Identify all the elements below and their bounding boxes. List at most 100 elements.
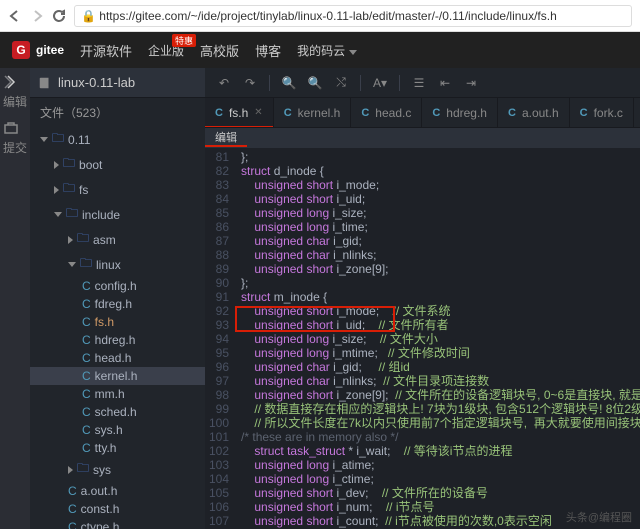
c-file-icon: C [82, 405, 91, 419]
c-file-icon: C [82, 351, 91, 365]
file-config-h[interactable]: C config.h [30, 277, 205, 295]
chevron-right-icon [54, 186, 59, 194]
search-icon[interactable]: 🔍 [278, 72, 300, 94]
outdent-icon[interactable]: ⇤ [434, 72, 456, 94]
folder-icon: 🗀 [63, 154, 75, 175]
chevron-down-icon [349, 50, 357, 55]
folder-icon: 🗀 [77, 459, 89, 480]
editor-toolbar: ↶ ↷ 🔍 🔍 ⤭ A▾ ☰ ⇤ ⇥ [205, 68, 640, 98]
folder-icon: 🗀 [63, 179, 75, 200]
c-file-icon: C [82, 333, 91, 347]
file-const-h[interactable]: C const.h [30, 500, 205, 518]
file-fs-h[interactable]: C fs.h [30, 313, 205, 331]
tab-kernel-h[interactable]: Ckernel.h [274, 98, 352, 127]
close-icon[interactable]: ✕ [254, 107, 262, 118]
rail-commit[interactable]: 提交 [3, 120, 27, 156]
gitee-logo[interactable]: Ggitee [12, 41, 64, 59]
chevron-right-icon [68, 236, 73, 244]
indent-icon[interactable]: ⇥ [460, 72, 482, 94]
file-ctype-h[interactable]: C ctype.h [30, 518, 205, 529]
file-fdreg-h[interactable]: C fdreg.h [30, 295, 205, 313]
c-file-icon: C [82, 387, 91, 401]
c-file-icon: C [284, 107, 292, 119]
c-file-icon: C [215, 107, 223, 119]
nav-opensource[interactable]: 开源软件 [80, 41, 132, 60]
project-header[interactable]: linux-0.11-lab [30, 68, 205, 98]
chevron-down-icon [54, 212, 62, 217]
chevron-right-icon [54, 161, 59, 169]
code-lines[interactable]: };struct d_inode { unsigned short i_mode… [237, 148, 640, 529]
folder-icon: 🗀 [80, 254, 92, 275]
nav-enterprise[interactable]: 企业版特惠 [148, 42, 184, 59]
font-icon[interactable]: A▾ [369, 72, 391, 94]
list-icon[interactable]: ☰ [408, 72, 430, 94]
file-head-h[interactable]: C head.h [30, 349, 205, 367]
watermark: 头条@编程圈 [566, 509, 632, 525]
undo-icon[interactable]: ↶ [213, 72, 235, 94]
editor-tabs: Cfs.h✕Ckernel.hChead.cChdreg.hCa.out.hCf… [205, 98, 640, 128]
c-file-icon: C [432, 107, 440, 119]
c-file-icon: C [82, 315, 91, 329]
url-bar[interactable]: 🔒 https://gitee.com/~/ide/project/tinyla… [74, 5, 632, 27]
top-nav: Ggitee 开源软件 企业版特惠 高校版 博客 我的码云 [0, 32, 640, 68]
folder-linux[interactable]: 🗀 linux [30, 252, 205, 277]
nav-mine[interactable]: 我的码云 [297, 42, 357, 59]
folder-icon: 🗀 [77, 229, 89, 250]
file-mm-h[interactable]: C mm.h [30, 385, 205, 403]
folder-sys[interactable]: 🗀 sys [30, 457, 205, 482]
chevron-down-icon [40, 137, 48, 142]
tab-head-c[interactable]: Chead.c [351, 98, 422, 127]
tab-fs-h[interactable]: Cfs.h✕ [205, 98, 274, 127]
chevron-down-icon [68, 262, 76, 267]
tab-hdreg-h[interactable]: Chdreg.h [422, 98, 498, 127]
nav-blog[interactable]: 博客 [255, 41, 281, 60]
c-file-icon: C [82, 297, 91, 311]
redo-icon[interactable]: ↷ [239, 72, 261, 94]
c-file-icon: C [361, 107, 369, 119]
back-icon[interactable] [8, 9, 22, 23]
folder-icon: 🗀 [52, 129, 64, 150]
c-file-icon: C [82, 441, 91, 455]
folder-boot[interactable]: 🗀 boot [30, 152, 205, 177]
book-icon [38, 76, 52, 90]
c-file-icon: C [68, 484, 77, 498]
replace-icon[interactable]: 🔍 [304, 72, 326, 94]
chevron-right-icon [68, 466, 73, 474]
c-file-icon: C [82, 423, 91, 437]
file-hdreg-h[interactable]: C hdreg.h [30, 331, 205, 349]
files-count: 文件（523） [30, 98, 205, 127]
file-sys-h[interactable]: C sys.h [30, 421, 205, 439]
nav-edu[interactable]: 高校版 [200, 41, 239, 60]
c-file-icon: C [82, 369, 91, 383]
folder-0-11[interactable]: 🗀 0.11 [30, 127, 205, 152]
tab-fork-c[interactable]: Cfork.c [570, 98, 634, 127]
file-a-out-h[interactable]: C a.out.h [30, 482, 205, 500]
file-kernel-h[interactable]: C kernel.h [30, 367, 205, 385]
c-file-icon: C [82, 279, 91, 293]
editor-area: ↶ ↷ 🔍 🔍 ⤭ A▾ ☰ ⇤ ⇥ Cfs.h✕Ckernel.hChead.… [205, 68, 640, 529]
editor-subheader: 编辑 [205, 128, 640, 148]
left-rail: 编辑 提交 [0, 68, 30, 529]
hot-badge: 特惠 [172, 34, 196, 47]
c-file-icon: C [68, 520, 77, 529]
file-sched-h[interactable]: C sched.h [30, 403, 205, 421]
forward-icon[interactable] [30, 9, 44, 23]
shuffle-icon[interactable]: ⤭ [330, 72, 352, 94]
browser-chrome: 🔒 https://gitee.com/~/ide/project/tinyla… [0, 0, 640, 32]
folder-fs[interactable]: 🗀 fs [30, 177, 205, 202]
rail-edit[interactable]: 编辑 [3, 74, 27, 110]
folder-icon: 🗀 [66, 204, 78, 225]
file-tty-h[interactable]: C tty.h [30, 439, 205, 457]
tab-a-out-h[interactable]: Ca.out.h [498, 98, 570, 127]
code-area[interactable]: 8182838485868788899091929394959697989910… [205, 148, 640, 529]
folder-include[interactable]: 🗀 include [30, 202, 205, 227]
c-file-icon: C [68, 502, 77, 516]
folder-asm[interactable]: 🗀 asm [30, 227, 205, 252]
sub-tab-edit[interactable]: 编辑 [205, 129, 247, 147]
lock-icon: 🔒 [81, 9, 96, 23]
line-gutter: 8182838485868788899091929394959697989910… [205, 148, 237, 529]
c-file-icon: C [508, 107, 516, 119]
file-sidebar: linux-0.11-lab 文件（523） 🗀 0.11 🗀 boot 🗀 f… [30, 68, 205, 529]
c-file-icon: C [580, 107, 588, 119]
refresh-icon[interactable] [52, 9, 66, 23]
